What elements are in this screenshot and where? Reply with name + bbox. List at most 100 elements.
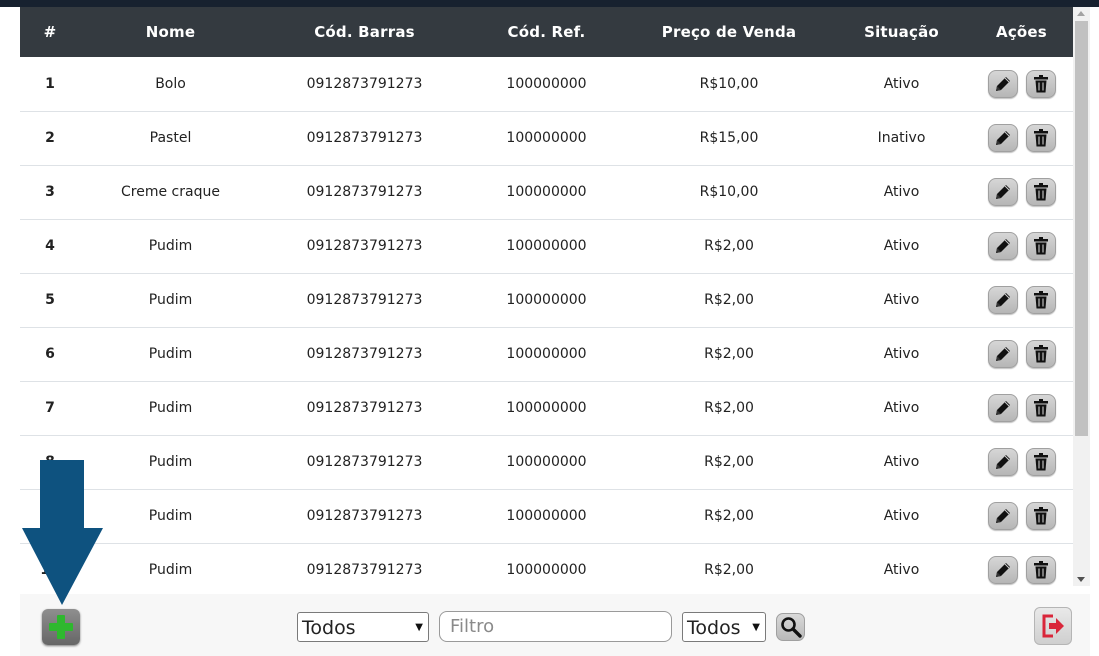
- delete-button[interactable]: [1025, 448, 1056, 476]
- cell-acoes: [970, 435, 1073, 489]
- cell-acoes: [970, 111, 1073, 165]
- cell-cod-barras: 0912873791273: [306, 184, 423, 200]
- edit-button[interactable]: [987, 448, 1018, 476]
- cell-nome: Creme craque: [121, 184, 220, 200]
- exit-icon: [1042, 614, 1064, 638]
- trash-icon: [1033, 183, 1048, 201]
- col-header-cod-barras: Cód. Barras: [314, 23, 415, 41]
- cell-acoes: [970, 57, 1073, 111]
- pencil-icon: [995, 509, 1010, 523]
- edit-button[interactable]: [987, 286, 1018, 314]
- col-header-situacao: Situação: [864, 23, 939, 41]
- table-row: 3 Creme craque 0912873791273 100000000 R$10,…: [20, 165, 1073, 219]
- edit-button[interactable]: [987, 340, 1018, 368]
- cell-number: 6: [45, 346, 55, 362]
- cell-cod-ref: 100000000: [506, 184, 587, 200]
- cell-number: 2: [45, 130, 55, 146]
- delete-button[interactable]: [1025, 124, 1056, 152]
- category-select-value: Todos: [302, 617, 356, 639]
- table-header-row: # Nome Cód. Barras Cód. Ref. Preço de Ve…: [20, 7, 1073, 57]
- cell-number: 7: [45, 400, 55, 416]
- delete-button[interactable]: [1025, 394, 1056, 422]
- cell-situacao: Ativo: [883, 562, 920, 578]
- pencil-icon: [995, 401, 1010, 415]
- category-select[interactable]: Todos ▼: [297, 612, 429, 642]
- products-table: # Nome Cód. Barras Cód. Ref. Preço de Ve…: [20, 7, 1073, 586]
- edit-button[interactable]: [987, 124, 1018, 152]
- cell-number: 8: [45, 454, 55, 470]
- trash-icon: [1033, 561, 1048, 579]
- cell-cod-ref: 100000000: [506, 292, 587, 308]
- magnifier-icon: [780, 617, 802, 638]
- cell-acoes: [970, 327, 1073, 381]
- table-row: 8 Pudim 0912873791273 100000000 R$2,00 Ativo: [20, 435, 1073, 489]
- cell-cod-ref: 100000000: [506, 562, 587, 578]
- cell-acoes: [970, 381, 1073, 435]
- exit-button[interactable]: [1034, 607, 1072, 645]
- cell-nome: Pudim: [148, 346, 193, 362]
- delete-button[interactable]: [1025, 232, 1056, 260]
- edit-button[interactable]: [987, 394, 1018, 422]
- delete-button[interactable]: [1025, 340, 1056, 368]
- plus-icon: [49, 615, 73, 639]
- scroll-down-arrow[interactable]: [1077, 577, 1085, 582]
- cell-preco: R$15,00: [699, 130, 759, 146]
- delete-button[interactable]: [1025, 286, 1056, 314]
- col-header-cod-ref: Cód. Ref.: [507, 23, 586, 41]
- products-table-container: # Nome Cód. Barras Cód. Ref. Preço de Ve…: [20, 7, 1073, 586]
- cell-nome: Bolo: [155, 75, 186, 92]
- filter-input[interactable]: [439, 611, 672, 642]
- edit-button[interactable]: [987, 69, 1018, 98]
- edit-button[interactable]: [987, 556, 1018, 584]
- search-button[interactable]: [776, 613, 805, 641]
- pencil-icon: [995, 293, 1010, 307]
- trash-icon: [1033, 345, 1048, 363]
- cell-preco: R$10,00: [699, 184, 759, 200]
- cell-cod-barras: 0912873791273: [306, 238, 423, 254]
- table-row: 1 Bolo 0912873791273 100000000 R$10,00 Ativo: [20, 57, 1073, 111]
- trash-icon: [1033, 74, 1048, 93]
- cell-acoes: [970, 219, 1073, 273]
- col-header-acoes: Ações: [996, 23, 1047, 41]
- cell-number: 3: [45, 184, 55, 200]
- edit-button[interactable]: [987, 178, 1018, 206]
- cell-acoes: [970, 165, 1073, 219]
- cell-cod-barras: 0912873791273: [306, 562, 423, 578]
- trash-icon: [1033, 399, 1048, 417]
- add-product-button[interactable]: [42, 609, 80, 645]
- cell-situacao: Ativo: [883, 454, 920, 470]
- table-row: 10 Pudim 0912873791273 100000000 R$2,00 Ativo: [20, 543, 1073, 586]
- cell-number: 1: [45, 75, 55, 92]
- cell-cod-ref: 100000000: [506, 238, 587, 254]
- cell-nome: Pudim: [148, 238, 193, 254]
- cell-number: 10: [40, 562, 60, 578]
- pencil-icon: [995, 347, 1010, 361]
- delete-button[interactable]: [1025, 69, 1056, 98]
- pencil-icon: [995, 185, 1010, 199]
- cell-situacao: Inativo: [877, 130, 926, 146]
- table-row: 4 Pudim 0912873791273 100000000 R$2,00 Ativo: [20, 219, 1073, 273]
- pencil-icon: [995, 239, 1010, 253]
- cell-acoes: [970, 273, 1073, 327]
- trash-icon: [1033, 129, 1048, 147]
- top-strip: [0, 0, 1099, 7]
- cell-situacao: Ativo: [883, 292, 920, 308]
- scrollbar-thumb[interactable]: [1075, 21, 1088, 436]
- delete-button[interactable]: [1025, 502, 1056, 530]
- trash-icon: [1033, 291, 1048, 309]
- table-row: 5 Pudim 0912873791273 100000000 R$2,00 Ativo: [20, 273, 1073, 327]
- pencil-icon: [995, 131, 1010, 145]
- trash-icon: [1033, 507, 1048, 525]
- edit-button[interactable]: [987, 232, 1018, 260]
- table-scrollbar[interactable]: [1073, 7, 1090, 586]
- scroll-up-arrow[interactable]: [1077, 11, 1085, 16]
- edit-button[interactable]: [987, 502, 1018, 530]
- chevron-down-icon: ▼: [752, 622, 760, 633]
- table-row: 2 Pastel 0912873791273 100000000 R$15,00 Inat…: [20, 111, 1073, 165]
- cell-cod-barras: 0912873791273: [306, 400, 423, 416]
- status-select[interactable]: Todos ▼: [682, 612, 766, 642]
- delete-button[interactable]: [1025, 556, 1056, 584]
- cell-cod-barras: 0912873791273: [306, 454, 423, 470]
- pencil-icon: [995, 76, 1010, 91]
- delete-button[interactable]: [1025, 178, 1056, 206]
